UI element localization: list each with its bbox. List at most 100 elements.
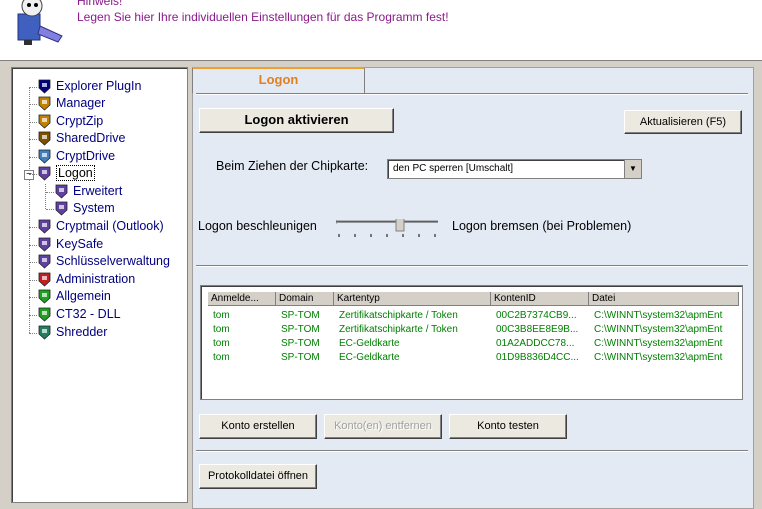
tree-guide-line xyxy=(29,104,37,105)
column-header[interactable]: Domain xyxy=(276,292,334,306)
manager-icon xyxy=(38,96,51,111)
table-cell: SP-TOM xyxy=(281,310,320,321)
tree-item-administration[interactable]: Administration xyxy=(37,271,135,288)
chipcard-selected-value: den PC sperren [Umschalt] xyxy=(393,163,514,174)
tree-item-label: Explorer PlugIn xyxy=(56,79,142,94)
tree-item-label: System xyxy=(73,201,115,216)
tree-item-label: Cryptmail (Outlook) xyxy=(56,219,164,234)
remove-account-button[interactable]: Konto(en) entfernen xyxy=(324,414,442,439)
table-cell: Zertifikatschipkarte / Token xyxy=(339,310,458,321)
schluesselverwaltung-icon xyxy=(38,254,51,269)
tree-item-logon[interactable]: Logon xyxy=(37,165,95,182)
tree-item-label: Logon xyxy=(56,165,95,182)
column-header[interactable]: KontenID xyxy=(491,292,589,306)
cryptzip-icon xyxy=(38,114,51,129)
tree-item-label: Allgemein xyxy=(56,289,111,304)
shredder-icon xyxy=(38,325,51,340)
tree-item-label: SharedDrive xyxy=(56,131,126,146)
tree-item-label: CT32 - DLL xyxy=(56,307,121,322)
tree-item-cryptmail-outlook[interactable]: Cryptmail (Outlook) xyxy=(37,218,164,235)
column-header[interactable]: Datei xyxy=(589,292,739,306)
tree-guide-line xyxy=(29,139,37,140)
table-cell: C:\WINNT\system32\apmEnt xyxy=(594,310,723,321)
table-cell: C:\WINNT\system32\apmEnt xyxy=(594,352,723,363)
table-row[interactable]: tom SP-TOM Zertifikatschipkarte / Token 00C… xyxy=(201,309,742,323)
tree-item-label: Administration xyxy=(56,272,136,287)
chipcard-label: Beim Ziehen der Chipkarte: xyxy=(216,159,369,173)
slow-down-label: Logon bremsen (bei Problemen) xyxy=(452,219,632,233)
table-cell: 00C3B8EE8E9B... xyxy=(496,324,579,335)
table-cell: C:\WINNT\system32\apmEnt xyxy=(594,324,723,335)
erweitert-icon xyxy=(55,184,68,199)
tree-guide-line xyxy=(29,333,37,334)
logon-speed-slider[interactable] xyxy=(336,219,438,239)
tree-item-schl-sselverwaltung[interactable]: Schlüsselverwaltung xyxy=(37,253,170,270)
cryptmail-icon xyxy=(38,219,51,234)
table-cell: EC-Geldkarte xyxy=(339,352,400,363)
administration-icon xyxy=(38,272,51,287)
tree-item-cryptdrive[interactable]: CryptDrive xyxy=(37,148,115,165)
tree-item-system[interactable]: System xyxy=(54,200,115,217)
speed-up-label: Logon beschleunigen xyxy=(198,219,317,233)
shareddrive-icon xyxy=(38,131,51,146)
column-header[interactable]: Kartentyp xyxy=(334,292,491,306)
mascot-logo-icon xyxy=(17,0,63,45)
table-row[interactable]: tom SP-TOM EC-Geldkarte 01A2ADDCC78... C:\WI… xyxy=(201,337,742,351)
tree-item-allgemein[interactable]: Allgemein xyxy=(37,288,111,305)
tree-item-shredder[interactable]: Shredder xyxy=(37,324,107,341)
tree-item-manager[interactable]: Manager xyxy=(37,95,105,112)
explorer-plugin-icon xyxy=(38,79,51,94)
logon-icon xyxy=(38,166,51,181)
table-cell: tom xyxy=(213,310,230,321)
tree-item-erweitert[interactable]: Erweitert xyxy=(54,183,122,200)
table-cell: tom xyxy=(213,324,230,335)
column-header[interactable]: Anmelde... xyxy=(208,292,276,306)
tree-item-label: Manager xyxy=(56,96,106,111)
divider xyxy=(196,265,748,267)
tree-item-ct32-dll[interactable]: CT32 - DLL xyxy=(37,306,121,323)
table-cell: EC-Geldkarte xyxy=(339,338,400,349)
tree-guide-line xyxy=(29,227,37,228)
table-cell: Zertifikatschipkarte / Token xyxy=(339,324,458,335)
tab-logon[interactable]: Logon xyxy=(192,67,365,93)
tree-collapse-toggle[interactable]: − xyxy=(24,170,34,180)
table-cell: SP-TOM xyxy=(281,352,320,363)
table-cell: tom xyxy=(213,338,230,349)
table-row[interactable]: tom SP-TOM EC-Geldkarte 01D9B836D4CC... C:\W… xyxy=(201,351,742,365)
tree-guide-line xyxy=(29,174,37,175)
tree-guide-line xyxy=(45,184,46,209)
tree-item-label: KeySafe xyxy=(56,237,104,252)
dropdown-arrow-icon[interactable]: ▼ xyxy=(624,160,641,178)
hint-title: Hinweis! xyxy=(77,0,123,8)
refresh-button[interactable]: Aktualisieren (F5) xyxy=(624,110,742,134)
test-account-button[interactable]: Konto testen xyxy=(449,414,567,439)
tree-item-explorer-plugin[interactable]: Explorer PlugIn xyxy=(37,78,141,95)
table-cell: tom xyxy=(213,352,230,363)
table-cell: SP-TOM xyxy=(281,324,320,335)
table-row[interactable]: tom SP-TOM Zertifikatschipkarte / Token 00C… xyxy=(201,323,742,337)
tree-item-shareddrive[interactable]: SharedDrive xyxy=(37,130,125,147)
settings-tree[interactable]: − Explorer PlugIn Manager CryptZip SharedDri… xyxy=(11,67,188,503)
chipcard-action-select[interactable]: den PC sperren [Umschalt] ▼ xyxy=(387,159,642,179)
tree-guide-line xyxy=(29,315,37,316)
tree-item-label: Schlüsselverwaltung xyxy=(56,254,170,269)
accounts-list[interactable]: Anmelde... Domain Kartentyp KontenID Datei to… xyxy=(200,285,743,400)
keysafe-icon xyxy=(38,237,51,252)
tree-guide-line xyxy=(29,297,37,298)
table-cell: 01D9B836D4CC... xyxy=(496,352,579,363)
cryptdrive-icon xyxy=(38,149,51,164)
tree-item-label: Shredder xyxy=(56,325,108,340)
tree-item-label: Erweitert xyxy=(73,184,123,199)
tree-item-label: CryptZip xyxy=(56,114,104,129)
table-cell: C:\WINNT\system32\apmEnt xyxy=(594,338,723,349)
tree-item-label: CryptDrive xyxy=(56,149,116,164)
tree-guide-line xyxy=(46,192,54,193)
open-log-button[interactable]: Protokolldatei öffnen xyxy=(199,464,317,489)
logon-activate-button[interactable]: Logon aktivieren xyxy=(199,108,394,133)
tree-item-keysafe[interactable]: KeySafe xyxy=(37,236,103,253)
table-cell: SP-TOM xyxy=(281,338,320,349)
tree-guide-line xyxy=(29,280,37,281)
tree-guide-line xyxy=(29,122,37,123)
tree-item-cryptzip[interactable]: CryptZip xyxy=(37,113,103,130)
create-account-button[interactable]: Konto erstellen xyxy=(199,414,317,439)
